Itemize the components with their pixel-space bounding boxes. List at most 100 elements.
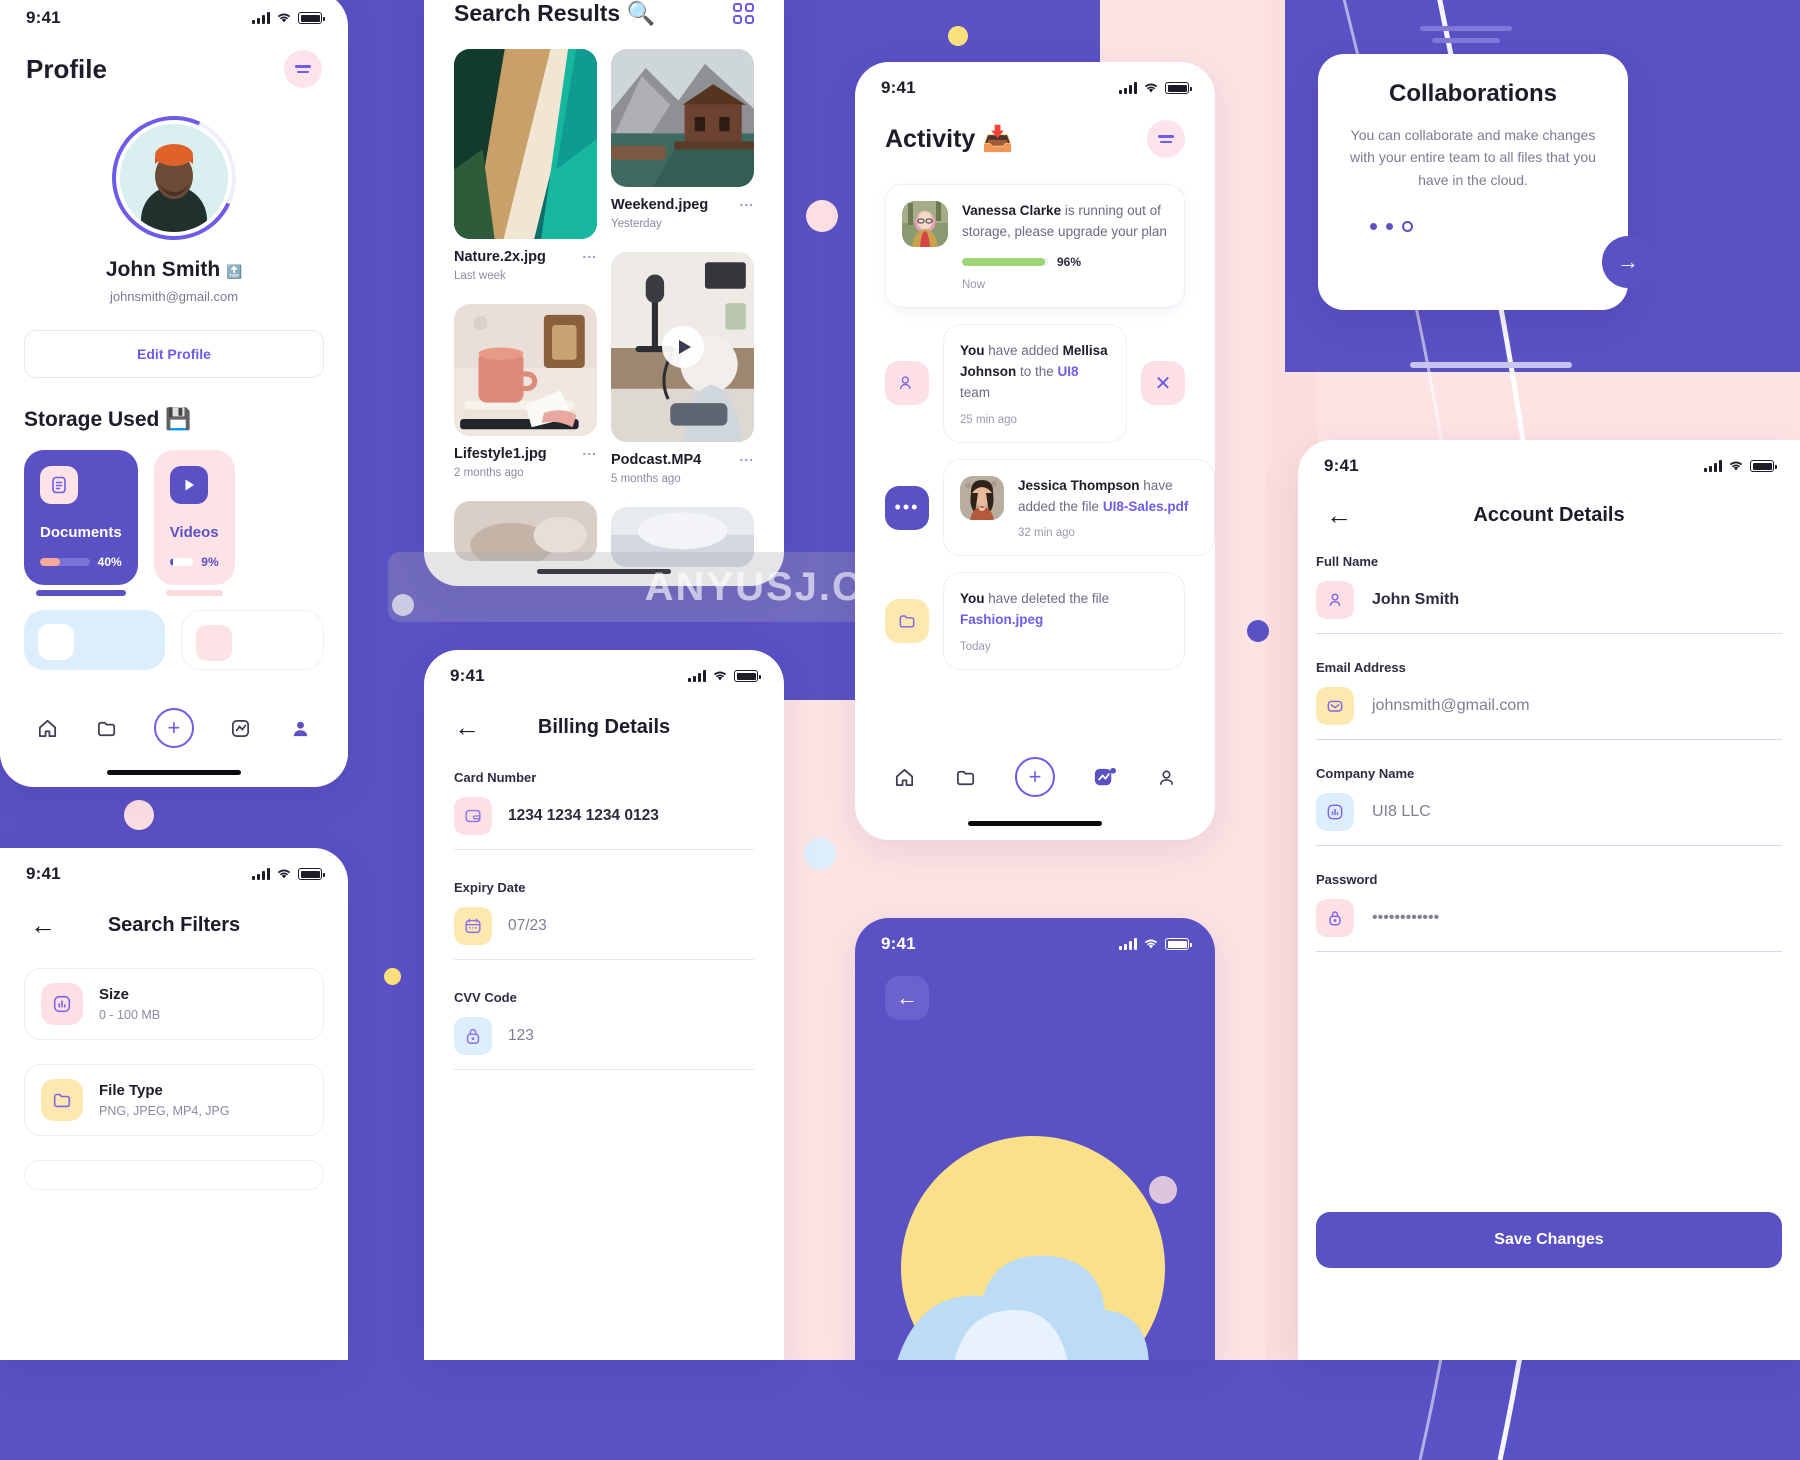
filter-name: Size [99,986,130,1003]
field-company-name: Company Name UI8 LLC [1298,766,1800,846]
list-item[interactable] [611,507,754,567]
arrow-left-icon[interactable]: ← [454,714,480,740]
card-shadow [36,590,126,596]
more-icon[interactable]: ... [582,246,597,261]
avatar [960,475,1004,520]
activity-mid: have added [984,342,1063,358]
play-icon [169,466,208,504]
activity-person: Jessica Thompson [1018,477,1140,493]
status-time: 9:41 [881,934,916,953]
folder-icon [41,1079,83,1121]
billing-details-screen: 9:41 ← Billing Details Card Number 1234 … [424,650,784,1360]
pagination-dots [1342,221,1413,233]
more-icon[interactable]: ... [582,443,597,458]
wifi-icon [1144,939,1158,949]
filter-row-extra[interactable] [24,1160,324,1190]
arrow-left-icon[interactable]: ← [30,912,56,938]
activity-item-added-member[interactable]: You have added Mellisa Johnson to the UI… [855,323,1215,443]
activity-icon[interactable] [228,715,254,741]
card-icon [196,625,232,661]
plus-icon[interactable]: + [1015,757,1055,797]
activity-time: Today [960,641,991,654]
field-value[interactable]: John Smith [1372,591,1459,609]
file-thumbnail [454,49,597,239]
field-value[interactable]: johnsmith@gmail.com [1372,697,1530,715]
list-item[interactable]: Lifestyle1.jpg ... 2 months ago [454,304,597,479]
home-icon[interactable] [891,764,917,790]
dot-3-active[interactable] [1402,221,1413,233]
filter-row-size[interactable]: Size 0 - 100 MB [24,968,324,1040]
mail-icon [1316,687,1354,725]
arrow-right-icon[interactable]: → [1602,236,1654,288]
profile-screen: 9:41 Profile John Smith 🔝 johnsmith@gmai… [0,0,348,787]
arrow-left-icon[interactable]: ← [1326,502,1352,528]
status-icons [1704,460,1777,472]
more-icon[interactable]: ... [739,449,754,464]
activity-team-link[interactable]: UI8 [1058,364,1079,379]
file-thumbnail [611,252,754,442]
hamburger-icon[interactable] [1147,120,1185,158]
hamburger-icon[interactable] [284,50,322,88]
results-column-right: Weekend.jpeg ... Yesterday Podcast.MP4 .… [611,49,754,567]
avatar[interactable] [94,98,254,258]
signal-icon [252,868,270,880]
status-time: 9:41 [1324,456,1359,475]
field-value[interactable]: UI8 LLC [1372,803,1431,821]
filter-row-file-type[interactable]: File Type PNG, JPEG, MP4, JPG [24,1064,324,1136]
storage-card-3[interactable] [24,610,165,670]
list-item[interactable]: Nature.2x.jpg ... Last week [454,49,597,282]
folder-icon[interactable] [953,764,979,790]
profile-icon[interactable] [1153,764,1179,790]
activity-text: You have added Mellisa Johnson to the UI… [960,343,1108,400]
folder-icon[interactable] [94,715,120,741]
activity-icon[interactable] [1091,764,1117,790]
arrow-left-icon[interactable]: ← [885,976,929,1020]
field-value[interactable]: •••••••••••• [1372,909,1439,927]
more-icon[interactable]: ••• [885,485,929,530]
activity-item-file-added[interactable]: ••• Jessica Thompson have added the file… [855,458,1215,557]
wifi-icon [277,13,291,23]
file-name: Nature.2x.jpg [454,249,546,265]
signal-icon [688,670,706,682]
add-user-icon[interactable] [885,361,929,406]
home-icon[interactable] [35,715,61,741]
plus-icon[interactable]: + [153,708,194,748]
edit-profile-button[interactable]: Edit Profile [24,330,324,378]
activity-actor: You [960,591,985,607]
close-icon[interactable]: ✕ [1141,361,1185,406]
activity-screen: 9:41 Activity 📥 Vanessa Clarke is runnin… [855,62,1215,840]
list-item[interactable] [454,501,597,561]
page-title: Profile [26,53,107,84]
bottom-tab-bar: + [0,699,348,757]
list-item[interactable]: Weekend.jpeg ... Yesterday [611,49,754,230]
play-button[interactable] [661,326,704,368]
more-icon[interactable]: ... [739,194,754,209]
home-indicator [107,770,241,775]
chart-icon [1316,793,1354,831]
storage-card-videos[interactable]: Videos 9% [153,450,235,596]
field-value[interactable]: 07/23 [508,917,547,935]
page-title: Billing Details [537,715,671,738]
dot-2[interactable] [1386,223,1393,231]
save-changes-button[interactable]: Save Changes [1316,1212,1782,1268]
activity-item-storage[interactable]: Vanessa Clarke is running out of storage… [885,184,1185,308]
storage-card-4[interactable] [181,610,324,670]
stacked-card-top [1420,26,1512,31]
field-label: Full Name [1316,554,1379,569]
storage-progress-bar [40,558,90,566]
profile-icon[interactable] [287,715,313,741]
activity-item-file-deleted[interactable]: You have deleted the file Fashion.jpeg T… [855,572,1215,671]
dot-1[interactable] [1370,223,1377,231]
page-title: Search Results 🔍 [454,0,656,26]
home-indicator-wrap [424,569,784,574]
activity-file-link[interactable]: Fashion.jpeg [960,612,1043,627]
list-item[interactable]: Podcast.MP4 ... 5 months ago [611,252,754,485]
chart-icon [41,983,83,1025]
field-value[interactable]: 1234 1234 1234 0123 [508,807,659,825]
card-body-text: You can collaborate and make changes wit… [1350,127,1596,188]
activity-file-link[interactable]: UI8-Sales.pdf [1103,499,1189,514]
field-value[interactable]: 123 [508,1027,534,1045]
grid-view-icon[interactable] [733,3,754,24]
folder-icon[interactable] [885,599,929,644]
storage-card-documents[interactable]: Documents 40% [24,450,138,596]
